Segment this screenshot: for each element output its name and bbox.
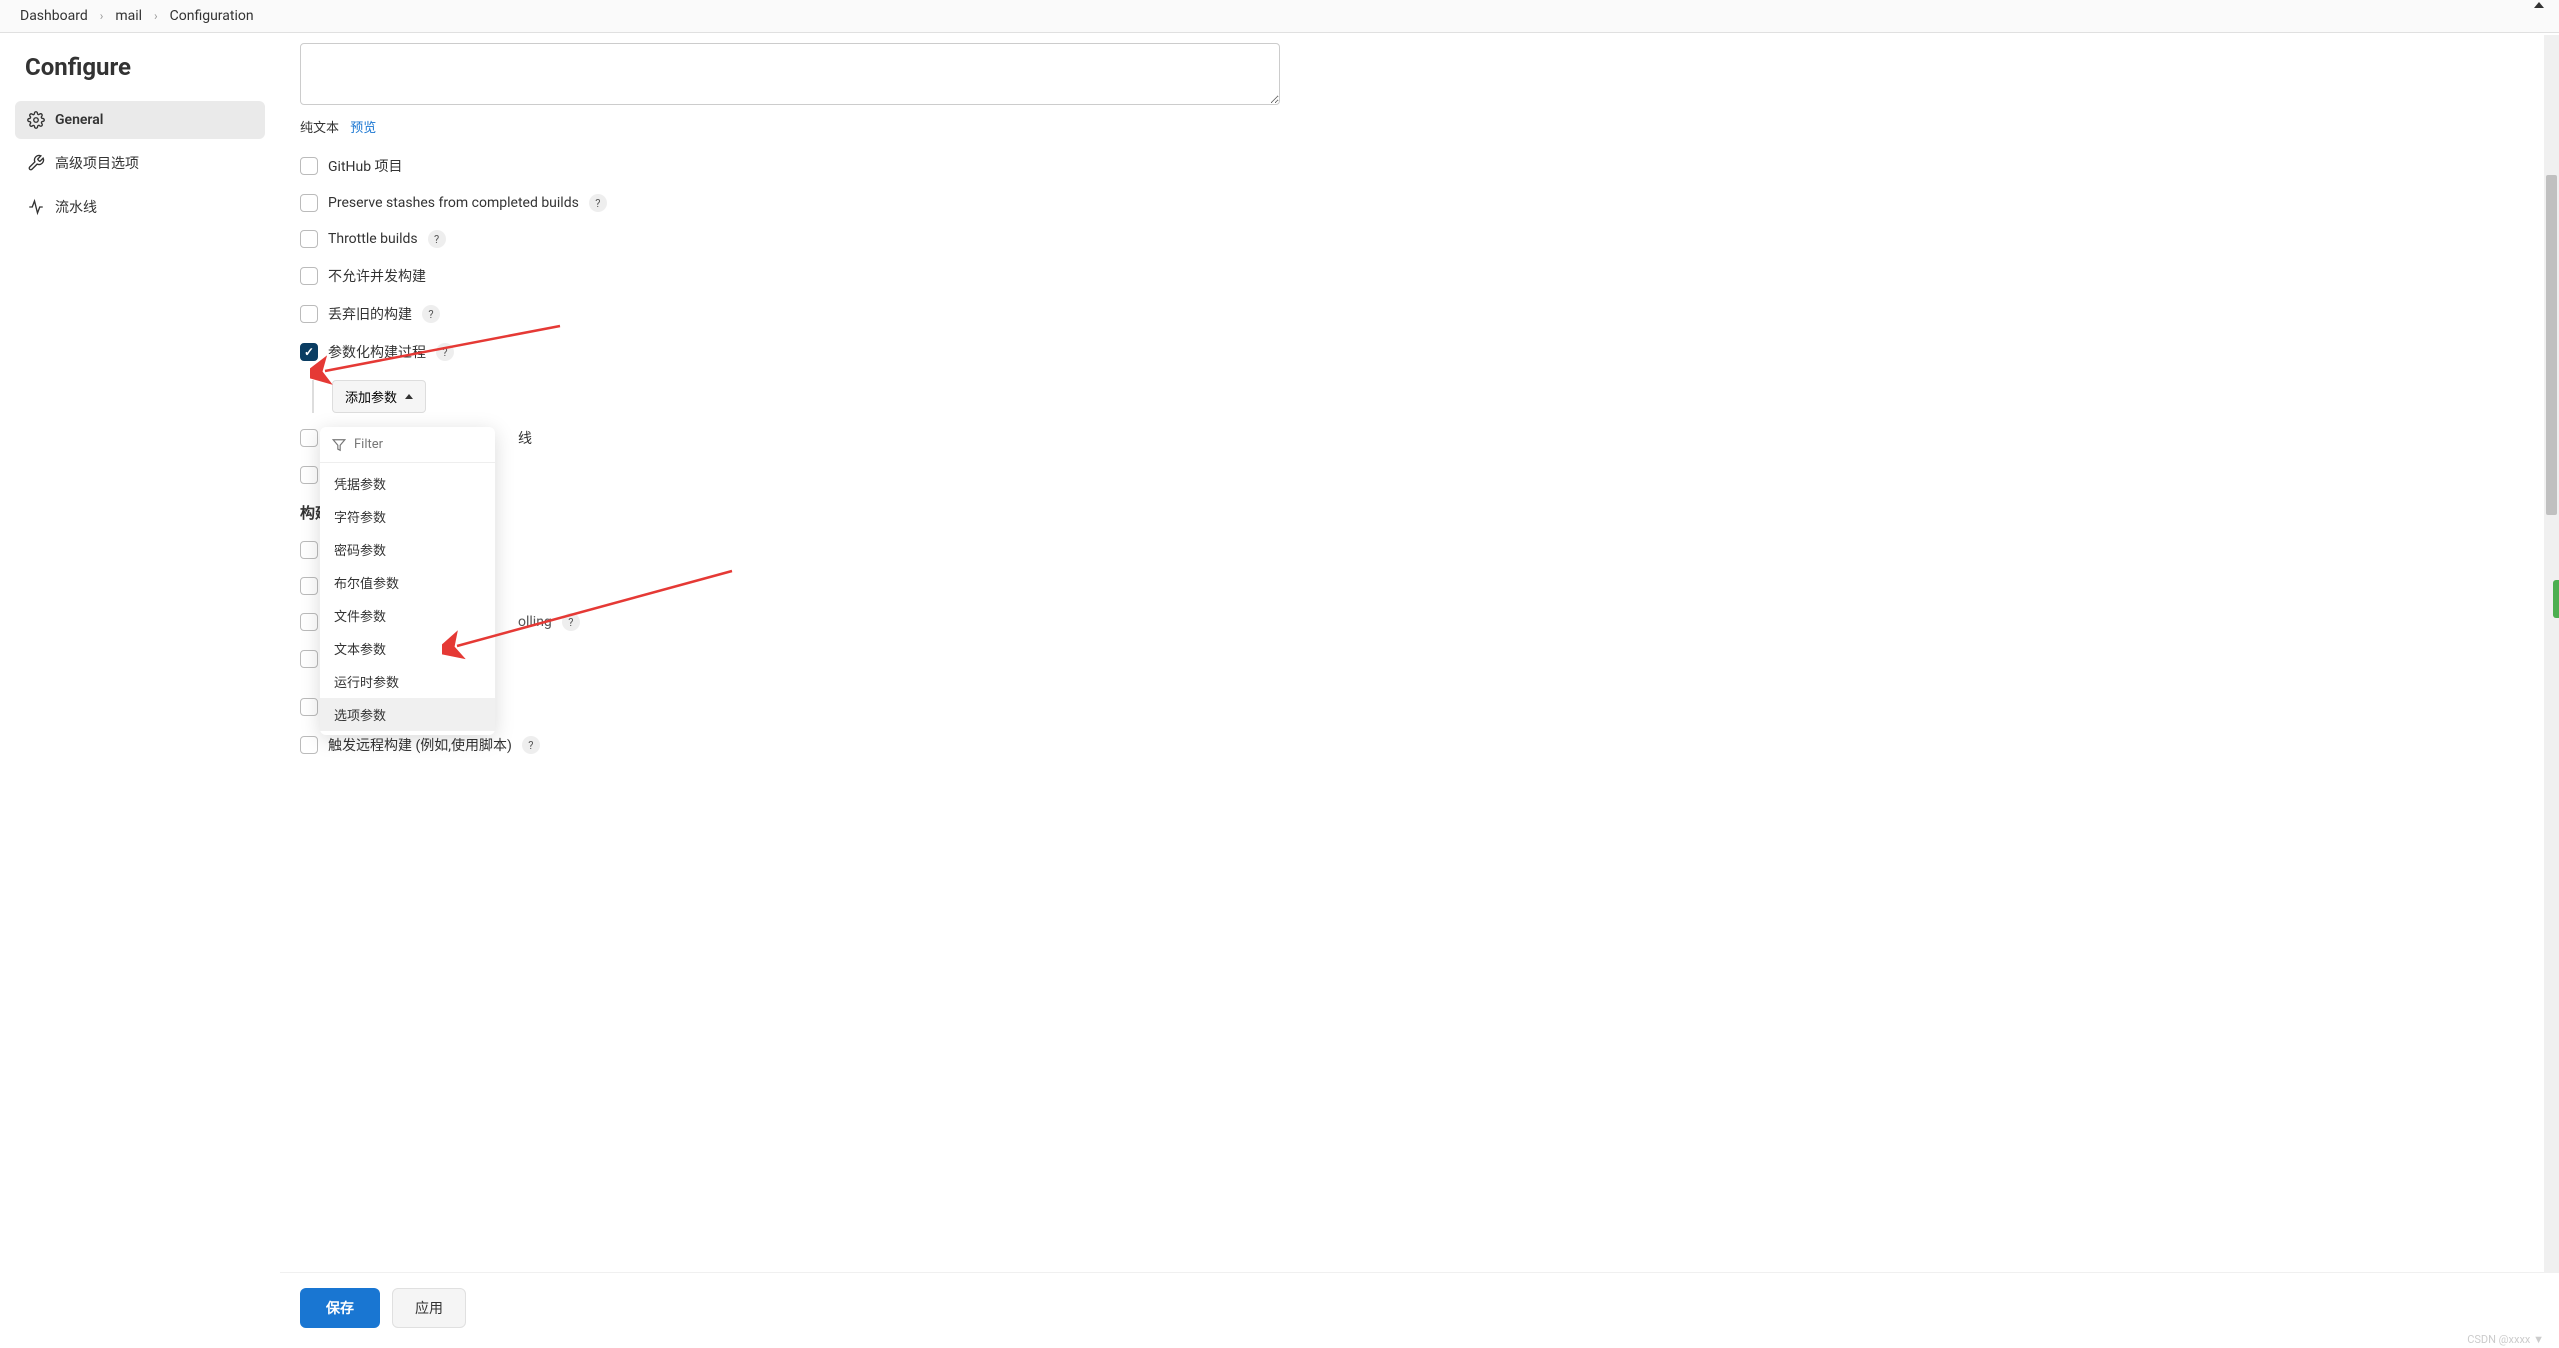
chevron-up-icon [405,394,413,399]
scrollbar-thumb[interactable] [2546,175,2557,515]
breadcrumb-separator: › [154,9,158,23]
breadcrumb-dashboard[interactable]: Dashboard [20,8,88,24]
description-textarea[interactable] [300,43,1280,105]
plain-text-label: 纯文本 [300,121,339,136]
add-parameter-button[interactable]: 添加参数 [332,380,426,413]
checkbox-remote-trigger[interactable] [300,736,318,754]
option-label: Throttle builds [328,231,418,247]
help-icon[interactable]: ? [422,305,440,323]
dropdown-item-choice[interactable]: 选项参数 [320,698,495,731]
breadcrumb: Dashboard › mail › Configuration [0,0,2559,33]
dropdown-item-credentials[interactable]: 凭据参数 [320,467,495,500]
dropdown-item-text[interactable]: 文本参数 [320,632,495,665]
checkbox-obscured-1[interactable] [300,429,318,447]
dropdown-filter-row[interactable]: Filter [320,427,495,463]
sidebar-item-label: 高级项目选项 [55,153,139,173]
breadcrumb-configuration[interactable]: Configuration [170,8,254,24]
dropdown-item-string[interactable]: 字符参数 [320,500,495,533]
dropdown-item-boolean[interactable]: 布尔值参数 [320,566,495,599]
checkbox-throttle[interactable] [300,230,318,248]
sidebar-item-general[interactable]: General [15,101,265,139]
scroll-top-arrow-icon[interactable] [2534,2,2544,8]
checkbox-discard-old[interactable] [300,305,318,323]
dropdown-list: 凭据参数 字符参数 密码参数 布尔值参数 文件参数 文本参数 运行时参数 选项参… [320,463,495,735]
apply-button[interactable]: 应用 [392,1288,466,1328]
dropdown-item-password[interactable]: 密码参数 [320,533,495,566]
checkbox-parameterized[interactable] [300,343,318,361]
help-icon[interactable]: ? [562,613,580,631]
option-preserve-stashes: Preserve stashes from completed builds ? [300,194,1460,212]
pipeline-icon [27,198,45,216]
help-icon[interactable]: ? [522,736,540,754]
option-discard-old: 丢弃旧的构建 ? [300,304,1460,324]
help-icon[interactable]: ? [589,194,607,212]
side-indicator [2553,580,2559,618]
sidebar: Configure General 高级项目选项 [0,33,280,853]
checkbox-poll-scm[interactable] [300,650,318,668]
option-github-project: GitHub 项目 [300,156,1460,176]
filter-label: Filter [354,437,383,452]
preview-link[interactable]: 预览 [350,121,376,136]
save-button[interactable]: 保存 [300,1288,380,1328]
checkbox-obscured-3[interactable] [300,541,318,559]
add-param-label: 添加参数 [345,387,397,406]
option-label: Preserve stashes from completed builds [328,195,579,211]
sidebar-item-pipeline[interactable]: 流水线 [15,187,265,227]
add-parameter-dropdown: Filter 凭据参数 字符参数 密码参数 布尔值参数 文件参数 文本参数 运行… [320,427,495,735]
option-label: 不允许并发构建 [328,266,426,286]
text-mode-row: 纯文本 预览 [300,117,1460,136]
wrench-icon [27,154,45,172]
scrollbar-track[interactable] [2544,35,2559,1348]
bottom-action-bar: 保存 应用 [280,1272,2559,1348]
checkbox-github[interactable] [300,157,318,175]
filter-icon [332,438,346,452]
option-label-partial: olling [518,614,552,630]
option-label: GitHub 项目 [328,156,403,176]
option-throttle-builds: Throttle builds ? [300,230,1460,248]
checkbox-polling[interactable] [300,613,318,631]
parameterized-nested: 添加参数 [312,380,1460,413]
checkbox-quiet-period[interactable] [300,698,318,716]
option-label: 参数化构建过程 [328,342,426,362]
checkbox-preserve-stashes[interactable] [300,194,318,212]
gear-icon [27,111,45,129]
page-title: Configure [25,53,265,81]
checkbox-no-concurrent[interactable] [300,267,318,285]
option-no-concurrent: 不允许并发构建 [300,266,1460,286]
dropdown-item-file[interactable]: 文件参数 [320,599,495,632]
dropdown-item-run[interactable]: 运行时参数 [320,665,495,698]
option-remote-trigger: 触发远程构建 (例如,使用脚本) ? [300,735,1460,755]
watermark: CSDN @xxxx ▼ [2467,1333,2544,1346]
help-icon[interactable]: ? [428,230,446,248]
help-icon[interactable]: ? [436,343,454,361]
sidebar-item-advanced[interactable]: 高级项目选项 [15,143,265,183]
option-parameterized: 参数化构建过程 ? [300,342,1460,362]
sidebar-item-label: General [55,112,103,128]
option-label: 丢弃旧的构建 [328,304,412,324]
option-label: 触发远程构建 (例如,使用脚本) [328,735,512,755]
breadcrumb-mail[interactable]: mail [115,8,142,24]
option-label-suffix: 线 [518,428,532,448]
breadcrumb-separator: › [100,9,104,23]
sidebar-item-label: 流水线 [55,197,97,217]
checkbox-obscured-2[interactable] [300,466,318,484]
checkbox-obscured-4[interactable] [300,577,318,595]
